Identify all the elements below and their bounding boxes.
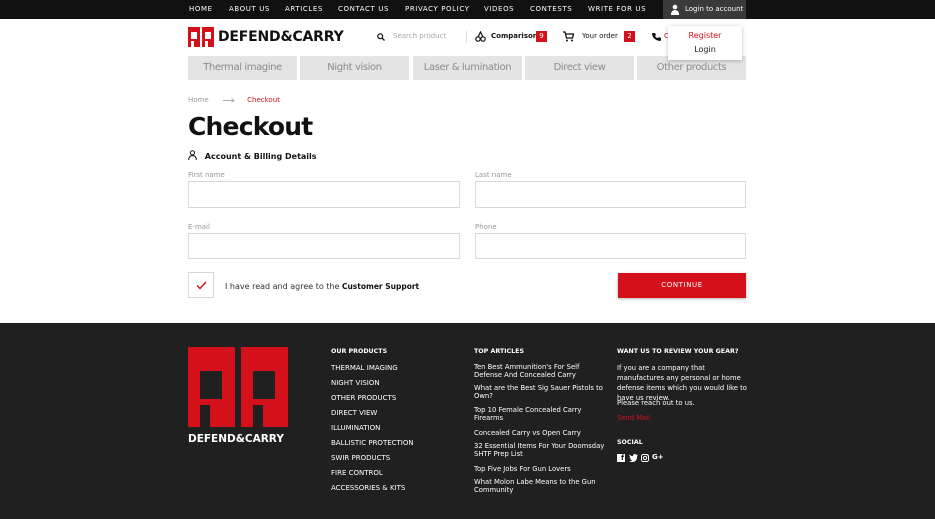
- footer-social-title: SOCIAL: [617, 439, 643, 446]
- footer-reach-text: Please reach out to us.: [617, 399, 695, 407]
- register-link[interactable]: Register: [668, 31, 742, 40]
- first-name-label: First name: [188, 171, 225, 179]
- breadcrumb-current: Checkout: [247, 96, 280, 104]
- nav-home[interactable]: HOME: [189, 0, 213, 19]
- footer-product-link[interactable]: BALLISTIC PROTECTION: [331, 439, 414, 447]
- brand-mark-icon: [188, 27, 214, 47]
- checkmark-icon: [196, 281, 207, 290]
- nav-privacy-policy[interactable]: PRIVACY POLICY: [405, 0, 470, 19]
- page-title: Checkout: [188, 112, 313, 141]
- footer-product-link[interactable]: ILLUMINATION: [331, 424, 380, 432]
- cart-icon: [563, 31, 574, 42]
- brand-name: DEFEND&CARRY: [218, 29, 344, 45]
- first-name-field[interactable]: [188, 181, 460, 208]
- user-icon: [188, 150, 197, 161]
- footer-product-link[interactable]: DIRECT VIEW: [331, 409, 377, 417]
- agree-text: I have read and agree to the Customer Su…: [225, 282, 419, 291]
- category-tabs: Thermal imagine Night vision Laser & lum…: [188, 56, 746, 80]
- category-tab-night-vision[interactable]: Night vision: [300, 56, 409, 80]
- nav-contact-us[interactable]: CONTACT US: [338, 0, 389, 19]
- billing-section-heading: Account & Billing Details: [188, 150, 317, 161]
- footer-logo[interactable]: DEFEND&CARRY: [188, 347, 288, 453]
- twitter-icon[interactable]: [629, 454, 638, 462]
- footer-product-link[interactable]: FIRE CONTROL: [331, 469, 383, 477]
- arrow-right-icon: [222, 97, 235, 103]
- email-field[interactable]: [188, 233, 460, 259]
- nav-contests[interactable]: CONTESTS: [530, 0, 572, 19]
- nav-write-for-us[interactable]: WRITE FOR US: [588, 0, 646, 19]
- your-order-link[interactable]: Your order: [582, 32, 618, 46]
- last-name-field[interactable]: [475, 181, 746, 208]
- agree-label: I have read and agree to the: [225, 282, 342, 291]
- google-plus-icon[interactable]: G+: [652, 453, 664, 461]
- account-dropdown: Register Login: [668, 26, 742, 60]
- instagram-icon[interactable]: [641, 454, 649, 462]
- comparison-link[interactable]: Comparison: [491, 32, 538, 46]
- continue-button[interactable]: CONTINUE: [618, 273, 746, 298]
- user-icon: [671, 4, 679, 15]
- footer-product-link[interactable]: ACCESSORIES & KITS: [331, 484, 405, 492]
- comparison-count-badge: 9: [536, 31, 547, 42]
- footer-brand-name: DEFEND&CARRY: [188, 433, 284, 445]
- login-to-account-button[interactable]: Login to account: [663, 0, 746, 19]
- search-box[interactable]: Search product: [373, 30, 465, 44]
- email-label: E-mail: [188, 223, 210, 231]
- nav-videos[interactable]: VIDEOS: [484, 0, 514, 19]
- category-tab-thermal-imagine[interactable]: Thermal imagine: [188, 56, 297, 80]
- footer-product-link[interactable]: NIGHT VISION: [331, 379, 380, 387]
- footer-article-link[interactable]: Top 10 Female Concealed Carry Firearms: [474, 406, 606, 422]
- footer-article-link[interactable]: 32 Essential Items For Your Doomsday SHT…: [474, 442, 606, 458]
- login-to-account-label: Login to account: [685, 5, 744, 13]
- facebook-icon[interactable]: f: [617, 454, 625, 462]
- brand-logo[interactable]: DEFEND&CARRY: [188, 27, 344, 47]
- customer-support-link[interactable]: Customer Support: [342, 282, 419, 291]
- nav-about-us[interactable]: ABOUT US: [229, 0, 270, 19]
- nav-articles[interactable]: ARTICLES: [285, 0, 323, 19]
- footer-products-title: OUR PRODUCTS: [331, 348, 388, 355]
- footer-review-text: If you are a company that manufactures a…: [617, 364, 747, 402]
- footer-article-link[interactable]: Top Five Jobs For Gun Lovers: [474, 465, 606, 473]
- breadcrumb: Home Checkout: [188, 96, 280, 104]
- agree-checkbox[interactable]: [188, 272, 214, 298]
- last-name-label: Last name: [475, 171, 512, 179]
- footer-article-link[interactable]: What Molon Labe Means to the Gun Communi…: [474, 478, 606, 494]
- header-divider: [466, 31, 467, 43]
- send-mail-link[interactable]: Send Mail: [617, 413, 747, 423]
- billing-section-label: Account & Billing Details: [204, 152, 317, 161]
- footer-review-title: WANT US TO REVIEW YOUR GEAR?: [617, 348, 739, 355]
- footer-article-link[interactable]: Ten Best Ammunition's For Self Defense A…: [474, 363, 606, 379]
- footer-articles-title: TOP ARTICLES: [474, 348, 525, 355]
- search-icon: [377, 33, 385, 41]
- category-tab-direct-view[interactable]: Direct view: [525, 56, 634, 80]
- footer: DEFEND&CARRY OUR PRODUCTS THERMAL IMAGIN…: [0, 323, 935, 519]
- comparison-icon: [475, 31, 486, 42]
- login-link[interactable]: Login: [668, 45, 742, 54]
- phone-label: Phone: [475, 223, 497, 231]
- footer-article-link[interactable]: What are the Best Sig Sauer Pistols to O…: [474, 384, 606, 400]
- top-navigation-bar: HOME ABOUT US ARTICLES CONTACT US PRIVAC…: [0, 0, 935, 19]
- footer-product-link[interactable]: OTHER PRODUCTS: [331, 394, 396, 402]
- search-input[interactable]: Search product: [393, 32, 446, 40]
- footer-article-link[interactable]: Concealed Carry vs Open Carry: [474, 429, 606, 437]
- breadcrumb-home[interactable]: Home: [188, 96, 209, 104]
- footer-product-link[interactable]: THERMAL IMAGING: [331, 364, 398, 372]
- phone-field[interactable]: [475, 233, 746, 259]
- order-count-badge: 2: [624, 31, 635, 42]
- phone-icon: [652, 33, 661, 41]
- footer-product-link[interactable]: SWIR PRODUCTS: [331, 454, 390, 462]
- category-tab-laser-lumination[interactable]: Laser & lumination: [413, 56, 522, 80]
